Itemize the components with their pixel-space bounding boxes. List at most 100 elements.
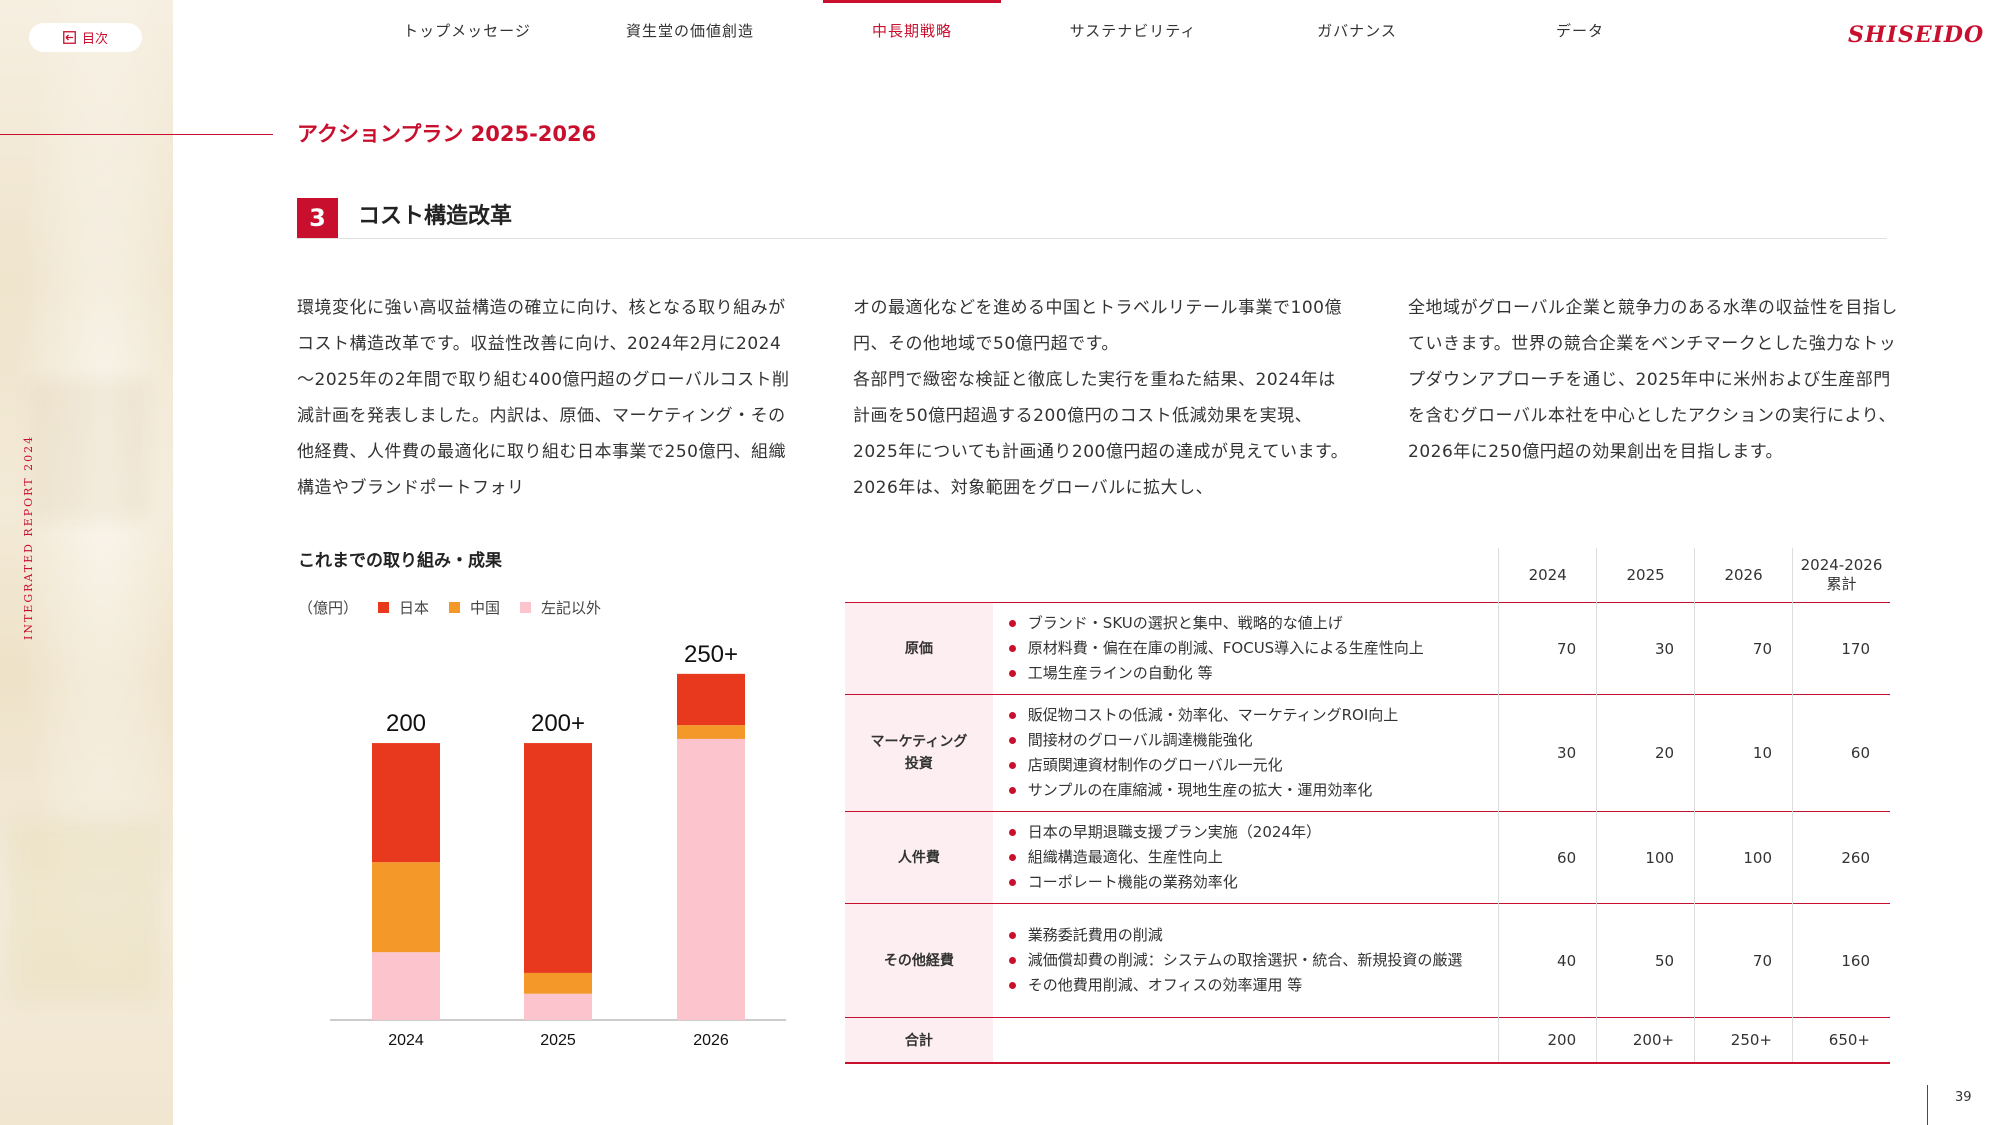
table-cell-value: 70 — [1498, 602, 1597, 695]
legend-swatch-china — [449, 602, 461, 613]
list-item: 業務委託費用の削減 — [1008, 923, 1484, 948]
bar-total-label: 200+ — [531, 710, 585, 737]
nav-value-creation[interactable]: 資生堂の価値創造 — [595, 0, 785, 60]
table-cell-value: 20 — [1596, 694, 1695, 812]
list-item: その他費用削減、オフィスの効率運用 等 — [1008, 973, 1484, 998]
list-item: 店頭関連資材制作のグローバル一元化 — [1008, 753, 1484, 778]
bar-segment-2024-2 — [372, 952, 440, 1020]
bullet-dot-icon — [1008, 712, 1016, 719]
body-column-3: 全地域がグローバル企業と競争力のある水準の収益性を目指していきます。世界の競合企… — [1408, 298, 1898, 462]
x-tick-label: 2026 — [693, 1032, 729, 1049]
table-header-2024: 2024 — [1498, 548, 1597, 603]
x-tick-label: 2025 — [540, 1032, 576, 1049]
body-column-2: オの最適化などを進める中国とトラベルリテール事業で100億円、その他地域で50億… — [853, 298, 1349, 498]
list-item-text: 店頭関連資材制作のグローバル一元化 — [1027, 756, 1283, 774]
legend-swatch-japan — [378, 602, 390, 613]
table-cell-value: 160 — [1792, 903, 1890, 1018]
list-item: サンプルの在庫縮減・現地生産の拡大・運用効率化 — [1008, 778, 1484, 803]
page-number-rule — [1927, 1085, 1928, 1125]
list-item-text: 工場生産ラインの自動化 等 — [1027, 664, 1213, 682]
table-total-value: 200 — [1498, 1017, 1597, 1064]
shiseido-logo[interactable]: SHISEIDO — [1848, 22, 1984, 48]
nav-data[interactable]: データ — [1485, 0, 1675, 60]
bullet-dot-icon — [1008, 645, 1016, 652]
list-item: 原材料費・偏在在庫の削減、FOCUS導入による生産性向上 — [1008, 636, 1484, 661]
table-row-category: その他経費 — [845, 903, 993, 1018]
list-item: コーポレート機能の業務効率化 — [1008, 870, 1484, 895]
bar-segment-2026-2 — [677, 738, 745, 1020]
table-total-value: 200+ — [1596, 1017, 1695, 1064]
table-cell-value: 60 — [1498, 811, 1597, 904]
cost-reduction-bar-chart: 200 2024 200+ 2025 250+ 2026 — [330, 641, 786, 1049]
table-row: マーケティング 投資 販促物コストの低減・効率化、マーケティングROI向上 間接材の… — [845, 694, 1890, 812]
bar-segment-2026-1 — [677, 725, 745, 739]
legend-label-other: 左記以外 — [541, 599, 602, 617]
table-cell-value: 100 — [1694, 811, 1793, 904]
bullet-dot-icon — [1008, 932, 1016, 939]
table-row: その他経費 業務委託費用の削減 減価償却費の削減：システムの取捨選択・統合、新規投資… — [845, 903, 1890, 1018]
chart-title: これまでの取り組み・成果 — [298, 551, 502, 571]
table-row-items: 業務委託費用の削減減価償却費の削減：システムの取捨選択・統合、新規投資の厳選 その… — [992, 903, 1499, 1018]
table-cell-value: 10 — [1694, 694, 1793, 812]
nav-mid-long-term-strategy[interactable]: 中長期戦略 — [823, 0, 1001, 60]
bar-segment-2025-0 — [524, 743, 592, 973]
table-cell-value: 50 — [1596, 903, 1695, 1018]
bar-segment-2024-1 — [372, 862, 440, 953]
subsection-rule — [297, 238, 1887, 239]
bar-total-label: 250+ — [684, 641, 738, 668]
nav-governance[interactable]: ガバナンス — [1262, 0, 1452, 60]
list-item-text: 業務委託費用の削減 — [1027, 926, 1163, 944]
toc-icon — [63, 31, 76, 44]
table-total-value: 250+ — [1694, 1017, 1793, 1064]
list-item: 工場生産ラインの自動化 等 — [1008, 661, 1484, 686]
list-item-text: 組織構造最適化、生産性向上 — [1027, 848, 1223, 866]
table-cell-value: 60 — [1792, 694, 1890, 812]
legend-label-china: 中国 — [470, 599, 501, 617]
table-cell-value: 30 — [1498, 694, 1597, 812]
table-header-blank — [845, 548, 1499, 603]
list-item-text: 販促物コストの低減・効率化、マーケティングROI向上 — [1027, 706, 1399, 724]
table-row: 人件費 日本の早期退職支援プラン実施（2024年） 組織構造最適化、生産性向上 コーポ… — [845, 811, 1890, 904]
bullet-dot-icon — [1008, 982, 1016, 989]
table-total-blank — [992, 1017, 1499, 1064]
table-header-2026: 2026 — [1694, 548, 1793, 603]
table-total-value: 650+ — [1792, 1017, 1890, 1064]
list-item-text: コーポレート機能の業務効率化 — [1027, 873, 1238, 891]
table-row-category: 人件費 — [845, 811, 993, 904]
bar-segment-2024-0 — [372, 743, 440, 863]
table-row-category: 原価 — [845, 602, 993, 695]
list-item-text: その他費用削減、オフィスの効率運用 等 — [1027, 976, 1303, 994]
subsection-title: コスト構造改革 — [358, 204, 513, 229]
list-item-text: ブランド・SKUの選択と集中、戦略的な値上げ — [1027, 614, 1343, 632]
section-rule — [0, 134, 273, 135]
bullet-dot-icon — [1008, 957, 1016, 964]
table-row-items: 日本の早期退職支援プラン実施（2024年） 組織構造最適化、生産性向上 コーポレート… — [992, 811, 1499, 904]
bar-segment-2025-2 — [524, 993, 592, 1020]
section-title: アクションプラン 2025-2026 — [297, 122, 597, 146]
table-cell-value: 40 — [1498, 903, 1597, 1018]
bar-total-label: 200 — [386, 710, 426, 737]
page-number: 39 — [1955, 1090, 1972, 1105]
legend-swatch-other — [520, 602, 532, 613]
list-item: 組織構造最適化、生産性向上 — [1008, 845, 1484, 870]
section-number-badge: 3 — [297, 198, 338, 238]
table-row: 原価 ブランド・SKUの選択と集中、戦略的な値上げ 原材料費・偏在在庫の削減、FOC… — [845, 602, 1890, 695]
x-tick-label: 2024 — [388, 1032, 424, 1049]
table-row-items: ブランド・SKUの選択と集中、戦略的な値上げ原材料費・偏在在庫の削減、FOCUS… — [992, 602, 1499, 695]
table-header-row: 2024 2025 2026 2024-2026 累計 — [845, 548, 1890, 603]
nav-top-message[interactable]: トップメッセージ — [372, 0, 562, 60]
legend-label-japan: 日本 — [399, 599, 430, 617]
toc-label: 目次 — [81, 32, 108, 47]
bullet-dot-icon — [1008, 620, 1016, 627]
cost-table: 2024 2025 2026 2024-2026 累計 原価 ブランド・SKUの選… — [845, 548, 1890, 1064]
report-label: INTEGRATED REPORT 2024 — [22, 434, 35, 640]
table-row-category: マーケティング 投資 — [845, 694, 993, 812]
bullet-dot-icon — [1008, 737, 1016, 744]
table-cell-value: 30 — [1596, 602, 1695, 695]
table-row-items: 販促物コストの低減・効率化、マーケティングROI向上 間接材のグローバル調達機能強… — [992, 694, 1499, 812]
table-cell-value: 70 — [1694, 903, 1793, 1018]
nav-sustainability[interactable]: サステナビリティ — [1038, 0, 1228, 60]
list-item-text: 減価償却費の削減：システムの取捨選択・統合、新規投資の厳選 — [1027, 951, 1463, 969]
table-cell-value: 70 — [1694, 602, 1793, 695]
toc-button[interactable]: 目次 — [29, 23, 142, 52]
